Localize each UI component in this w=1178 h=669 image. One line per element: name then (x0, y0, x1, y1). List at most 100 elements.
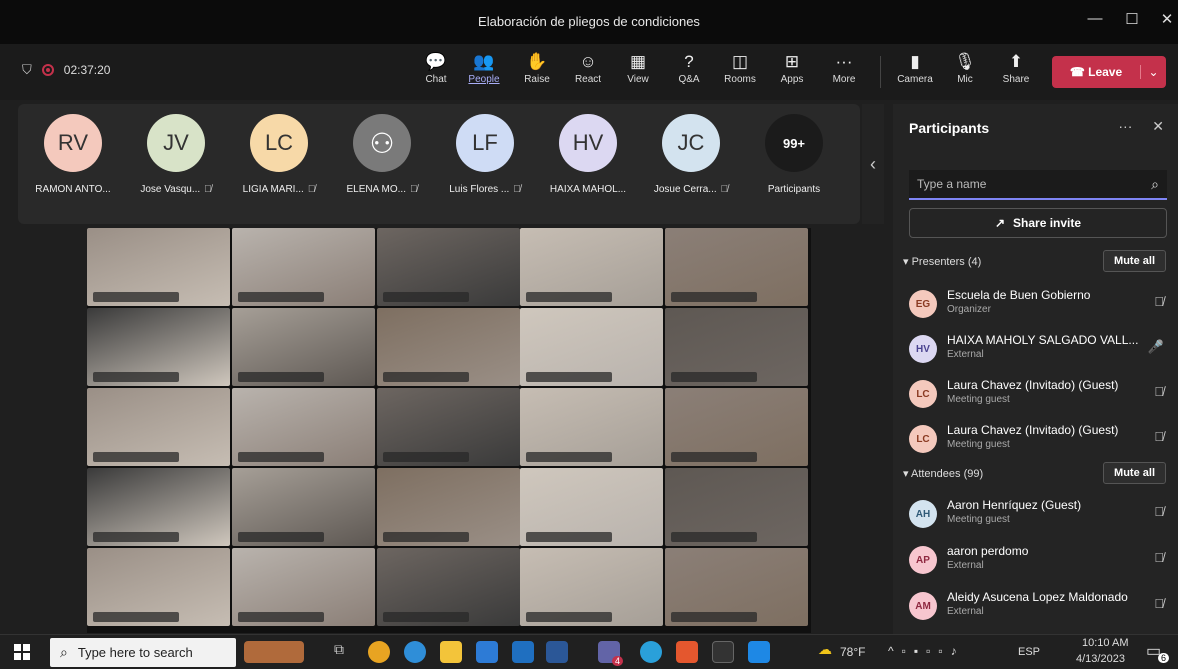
participant-name: LIGIA MARI... 🎙̸ (228, 184, 330, 195)
mic-off-icon[interactable]: 🎙̸ (1154, 504, 1164, 519)
video-feed[interactable] (232, 228, 375, 306)
participant-row[interactable]: LC Laura Chavez (Invitado) (Guest) Meeti… (893, 372, 1178, 416)
video-feed[interactable] (232, 468, 375, 546)
participant-row[interactable]: AH Aaron Henríquez (Guest) Meeting guest… (893, 492, 1178, 536)
toolbar-chat-button[interactable]: 💬 Chat (414, 50, 458, 85)
video-feed[interactable] (232, 388, 375, 466)
leave-button[interactable]: ☎ Leave ⌄ (1052, 56, 1166, 88)
share-invite-button[interactable]: ↗ Share invite (909, 208, 1167, 238)
participant-tile[interactable]: HV HAIXA MAHOL... (537, 114, 639, 195)
video-feed[interactable] (87, 228, 230, 306)
toolbar-qa-button[interactable]: ? Q&A (667, 50, 711, 85)
participant-tile[interactable]: JC Josue Cerra... 🎙̸ (640, 114, 742, 195)
participant-tile[interactable]: 99+ Participants (743, 114, 845, 195)
mute-all-button[interactable]: Mute all (1103, 462, 1166, 484)
participant-name: RAMON ANTO... (22, 184, 124, 195)
toolbar-view-button[interactable]: ▦ View (616, 50, 660, 85)
video-feed[interactable] (520, 548, 663, 626)
toolbar-people-button[interactable]: 👥 People (462, 50, 506, 85)
participant-row[interactable]: EG Escuela de Buen Gobierno Organizer 🎙̸ (893, 282, 1178, 326)
share-button[interactable]: ⬆ Share (994, 50, 1038, 85)
video-feed[interactable] (377, 468, 520, 546)
vscode-icon[interactable] (748, 641, 770, 663)
video-name-label (238, 372, 324, 382)
tray-icons[interactable]: ^▫▪▫▫♪ (888, 644, 965, 658)
video-feed[interactable] (665, 468, 808, 546)
video-feed[interactable] (520, 308, 663, 386)
video-feed[interactable] (87, 388, 230, 466)
participant-tile[interactable]: RV RAMON ANTO... (22, 114, 124, 195)
video-feed[interactable] (87, 548, 230, 626)
participant-row[interactable]: AM Aleidy Asucena Lopez Maldonado Extern… (893, 584, 1178, 628)
video-feed[interactable] (87, 468, 230, 546)
weather-icon: ☁ (818, 641, 832, 657)
camera-button[interactable]: ▮ Camera (893, 50, 937, 85)
toolbar-react-button[interactable]: ☺ React (566, 50, 610, 85)
video-feed[interactable] (377, 388, 520, 466)
word-icon[interactable] (546, 641, 568, 663)
attendees-section-header[interactable]: ▾ Attendees (99) Mute all (893, 462, 1178, 486)
toolbar-more-button[interactable]: ··· More (822, 50, 866, 85)
maximize-button[interactable]: ☐ (1117, 10, 1147, 28)
mic-off-icon[interactable]: 🎙̸ (1154, 550, 1164, 565)
close-panel-icon[interactable]: ✕ (1152, 118, 1164, 134)
video-feed[interactable] (377, 548, 520, 626)
weather-temp[interactable]: 78°F (840, 645, 865, 659)
mic-button[interactable]: 🎙 Mic (943, 50, 987, 85)
chevron-down-icon[interactable]: ⌄ (1140, 65, 1166, 79)
mic-off-icon[interactable]: 🎙̸ (1154, 384, 1164, 399)
chrome-icon[interactable] (368, 641, 390, 663)
video-feed[interactable] (377, 308, 520, 386)
clock-time[interactable]: 10:10 AM (1082, 637, 1128, 649)
video-feed[interactable] (520, 228, 663, 306)
task-view-icon[interactable]: ⧉ (328, 641, 350, 663)
mic-icon[interactable]: 🎤 (1148, 339, 1164, 355)
file-explorer-icon[interactable] (440, 641, 462, 663)
terminal-icon[interactable] (712, 641, 734, 663)
participant-row[interactable]: AP aaron perdomo External 🎙̸ (893, 538, 1178, 582)
search-input[interactable]: Type a name ⌕ (909, 170, 1167, 200)
desktop-thumbnail-icon[interactable] (244, 641, 304, 663)
clock-date[interactable]: 4/13/2023 (1076, 653, 1125, 665)
video-feed[interactable] (665, 548, 808, 626)
video-feed[interactable] (520, 388, 663, 466)
mute-all-button[interactable]: Mute all (1103, 250, 1166, 272)
minimize-button[interactable]: — (1080, 10, 1110, 27)
participant-tile[interactable]: LC LIGIA MARI... 🎙̸ (228, 114, 330, 195)
video-feed[interactable] (665, 308, 808, 386)
taskbar-search-input[interactable]: ⌕ Type here to search (50, 638, 236, 667)
ie-icon[interactable] (640, 641, 662, 663)
toolbar-apps-button[interactable]: ⊞ Apps (770, 50, 814, 85)
participant-tile[interactable]: LF Luis Flores ... 🎙̸ (434, 114, 536, 195)
video-feed[interactable] (232, 548, 375, 626)
participant-row[interactable]: HV HAIXA MAHOLY SALGADO VALL... External… (893, 327, 1178, 371)
store-icon[interactable] (476, 641, 498, 663)
mic-off-icon[interactable]: 🎙̸ (1154, 294, 1164, 309)
toolbar-rooms-button[interactable]: ◫ Rooms (718, 50, 762, 85)
participant-tile[interactable]: ⚇ ELENA MO... 🎙̸ (331, 114, 433, 195)
video-feed[interactable] (87, 308, 230, 386)
edge-icon[interactable] (404, 641, 426, 663)
mic-off-icon[interactable]: 🎙̸ (1154, 596, 1164, 611)
mail-icon[interactable] (512, 641, 534, 663)
video-feed[interactable] (665, 228, 808, 306)
close-window-button[interactable]: ✕ (1152, 10, 1178, 28)
video-feed[interactable] (232, 308, 375, 386)
video-feed[interactable] (665, 388, 808, 466)
chevron-left-icon[interactable]: ‹ (862, 104, 884, 224)
more-options-icon[interactable]: ··· (1118, 118, 1132, 134)
toolbar-raise-button[interactable]: ✋ Raise (515, 50, 559, 85)
participant-tile[interactable]: JV Jose Vasqu... 🎙̸ (125, 114, 227, 195)
participant-name-text: Jose Vasqu... (140, 184, 201, 195)
windows-start-icon[interactable] (14, 644, 30, 660)
video-feed[interactable] (520, 468, 663, 546)
presenters-section-header[interactable]: ▾ Presenters (4) Mute all (893, 250, 1178, 274)
mic-off-icon: 🎙̸ (720, 184, 729, 195)
mic-off-icon[interactable]: 🎙̸ (1154, 429, 1164, 444)
language-indicator[interactable]: ESP (1018, 646, 1040, 658)
app-icon[interactable] (676, 641, 698, 663)
teams-icon[interactable]: 4 (598, 641, 623, 666)
participant-row[interactable]: LC Laura Chavez (Invitado) (Guest) Meeti… (893, 417, 1178, 461)
notification-count: 6 (1158, 653, 1170, 663)
video-feed[interactable] (377, 228, 520, 306)
